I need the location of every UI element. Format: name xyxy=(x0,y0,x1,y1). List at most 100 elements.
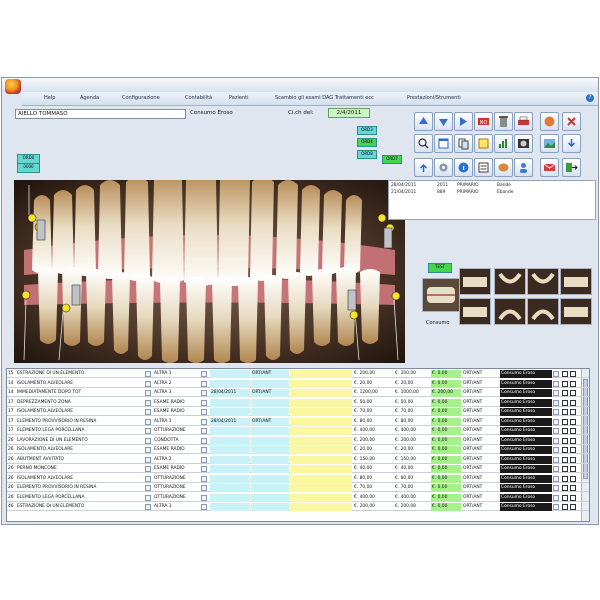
dropdown-arrow-icon[interactable] xyxy=(201,409,207,415)
copy-button[interactable] xyxy=(454,134,473,153)
row-checkbox[interactable] xyxy=(562,390,568,396)
menu-pazienti[interactable]: Pazienti xyxy=(229,95,248,101)
dropdown-arrow-icon[interactable] xyxy=(201,494,207,501)
xray-button[interactable] xyxy=(514,134,533,153)
arrow-down-button[interactable] xyxy=(434,112,453,131)
calendar-button[interactable] xyxy=(434,134,453,153)
menu-agenda[interactable]: Agenda xyxy=(80,95,99,101)
dropdown-arrow-icon[interactable] xyxy=(145,456,151,463)
cell-desc[interactable]: ISOLAMENTO ALVEOLARE xyxy=(16,380,145,388)
print-button[interactable] xyxy=(514,112,533,131)
cell-desc[interactable]: IMMEDIATAMENTE DOPO TOT xyxy=(16,389,145,397)
menu-scambio[interactable]: Scambio gli esami DAG Trattamenti ecc xyxy=(275,95,374,101)
table-row[interactable]: 14 ISOLAMENTO ALVEOLARE ALTRA 2 €. 20,00 €. … xyxy=(7,379,589,388)
thumbnail-3[interactable] xyxy=(527,268,559,295)
photo-button[interactable] xyxy=(540,134,559,153)
settings-button[interactable] xyxy=(434,158,453,177)
app-logo-icon[interactable] xyxy=(5,79,21,94)
cell-type[interactable]: ESAME RADIO xyxy=(153,399,200,407)
close-button[interactable] xyxy=(562,112,581,131)
table-row[interactable]: 26 ELEMENTO LEGA PORCELLANA OTTURAZIONE €. … xyxy=(7,493,589,502)
dropdown-arrow-icon[interactable] xyxy=(201,456,207,463)
dropdown-arrow-icon[interactable] xyxy=(145,428,151,434)
table-row[interactable]: 46 ESTRAZIONE DI UN ELEMENTO ALTRA 1 €. 200… xyxy=(7,503,589,512)
exit-button[interactable] xyxy=(562,158,581,177)
table-row[interactable]: 26 ISOLAMENTO ALVEOLARE ESAME RADIO €. 20,0… xyxy=(7,446,589,455)
row-checkbox[interactable] xyxy=(562,437,568,444)
table-row[interactable]: 26 ISOLAMENTO ALVEOLARE OTTURAZIONE €. 80,0… xyxy=(7,474,589,483)
ord-badge-r1[interactable]: ORD3 xyxy=(357,126,377,135)
dropdown-arrow-icon[interactable] xyxy=(145,371,151,377)
row-checkbox[interactable] xyxy=(570,456,576,463)
cell-type[interactable]: OTTURAZIONE xyxy=(153,494,200,502)
thumbnail-8[interactable] xyxy=(560,298,592,325)
cell-desc[interactable]: ISOLAMENTO ALVEOLARE xyxy=(16,446,145,454)
thumbnail-6[interactable] xyxy=(494,298,526,325)
menu-help[interactable]: Help xyxy=(44,95,55,101)
dropdown-arrow-icon[interactable] xyxy=(145,447,151,453)
dropdown-arrow-icon[interactable] xyxy=(145,437,151,444)
row-checkbox[interactable] xyxy=(562,380,568,387)
import-button[interactable] xyxy=(562,134,581,153)
cell-op[interactable]: Consumo Eroso xyxy=(500,398,552,407)
dropdown-arrow-icon[interactable] xyxy=(201,418,207,425)
cell-desc[interactable]: ELEMENTO PROVVISORIO IN RESINA xyxy=(16,418,145,426)
note-button[interactable] xyxy=(474,134,493,153)
cell-op[interactable]: Consumo Eroso xyxy=(500,493,552,502)
cell-type[interactable]: ESAME RADIO xyxy=(153,465,200,473)
dropdown-arrow-icon[interactable] xyxy=(553,418,559,425)
table-row[interactable]: 17 DEPREZZAMENTO ZONA ESAME RADIO €. 50,00 €… xyxy=(7,398,589,407)
list-button[interactable] xyxy=(474,158,493,177)
dropdown-arrow-icon[interactable] xyxy=(201,428,207,434)
treatment-history-panel[interactable]: 28/04/2011 2011 PRIMARIO Bande 21/04/201… xyxy=(388,180,596,220)
export-button[interactable] xyxy=(414,158,433,177)
dropdown-arrow-icon[interactable] xyxy=(145,494,151,501)
dropdown-arrow-icon[interactable] xyxy=(553,494,559,501)
dropdown-arrow-icon[interactable] xyxy=(553,504,559,510)
row-checkbox[interactable] xyxy=(570,475,576,482)
cell-op[interactable]: Consumo Eroso xyxy=(500,370,552,378)
cell-desc[interactable]: ESTRAZIONE DI UN ELEMENTO xyxy=(16,503,145,511)
cell-op[interactable]: Consumo Eroso xyxy=(500,427,552,435)
dropdown-arrow-icon[interactable] xyxy=(145,380,151,387)
ord-badge-left-bottom[interactable]: 0000 xyxy=(17,163,40,173)
cell-desc[interactable]: ISOLAMENTO ALVEOLARE xyxy=(16,475,145,483)
row-checkbox[interactable] xyxy=(570,371,576,377)
cell-type[interactable]: ALTRA 1 xyxy=(153,370,200,378)
cell-op[interactable]: Consumo Eroso xyxy=(500,503,552,511)
cell-type[interactable]: ALTRA 1 xyxy=(153,503,200,511)
dropdown-arrow-icon[interactable] xyxy=(553,437,559,444)
table-row[interactable]: 26 ELEMENTO PROVVISORIO IN RESINA OTTURAZI… xyxy=(7,484,589,493)
cell-type[interactable]: ALTRA 1 xyxy=(153,418,200,426)
cell-op[interactable]: Consumo Eroso xyxy=(500,436,552,445)
ord-badge-r2[interactable]: ORD4 xyxy=(357,138,377,147)
table-row[interactable]: 17 ELEMENTO LEGA PORCELLANA OTTURAZIONE €. … xyxy=(7,427,589,436)
info-button[interactable] xyxy=(454,158,473,177)
ord-badge-r3[interactable]: ORD8 xyxy=(357,150,377,159)
row-checkbox[interactable] xyxy=(562,399,568,406)
dropdown-arrow-icon[interactable] xyxy=(553,485,559,491)
dropdown-arrow-icon[interactable] xyxy=(201,437,207,444)
table-row[interactable]: 26 ABUTMENT AVVITATO ALTRA 2 €. 150,00 €. 15… xyxy=(7,455,589,464)
table-row[interactable]: 26 LAVORAZIONE DI UN ELEMENTO CONDOTTA €. 2… xyxy=(7,436,589,445)
dropdown-arrow-icon[interactable] xyxy=(201,475,207,482)
cell-op[interactable]: Consumo Eroso xyxy=(500,417,552,426)
row-checkbox[interactable] xyxy=(562,456,568,463)
cell-op[interactable]: Consumo Eroso xyxy=(500,465,552,473)
cell-type[interactable]: ALTRA 2 xyxy=(153,456,200,464)
search-button[interactable] xyxy=(414,134,433,153)
tooth-button[interactable] xyxy=(540,112,559,131)
cell-op[interactable]: Consumo Eroso xyxy=(500,455,552,464)
cell-desc[interactable]: ELEMENTO LEGA PORCELLANA xyxy=(16,427,145,435)
cell-type[interactable]: ALTRA 2 xyxy=(153,380,200,388)
dropdown-arrow-icon[interactable] xyxy=(553,371,559,377)
dropdown-arrow-icon[interactable] xyxy=(145,399,151,406)
row-checkbox[interactable] xyxy=(570,418,576,425)
cell-op[interactable]: Consumo Eroso xyxy=(500,484,552,492)
row-checkbox[interactable] xyxy=(570,485,576,491)
chart-button[interactable] xyxy=(494,134,513,153)
row-checkbox[interactable] xyxy=(562,494,568,501)
trash-button[interactable] xyxy=(494,112,513,131)
arrow-up-button[interactable] xyxy=(414,112,433,131)
row-checkbox[interactable] xyxy=(562,447,568,453)
